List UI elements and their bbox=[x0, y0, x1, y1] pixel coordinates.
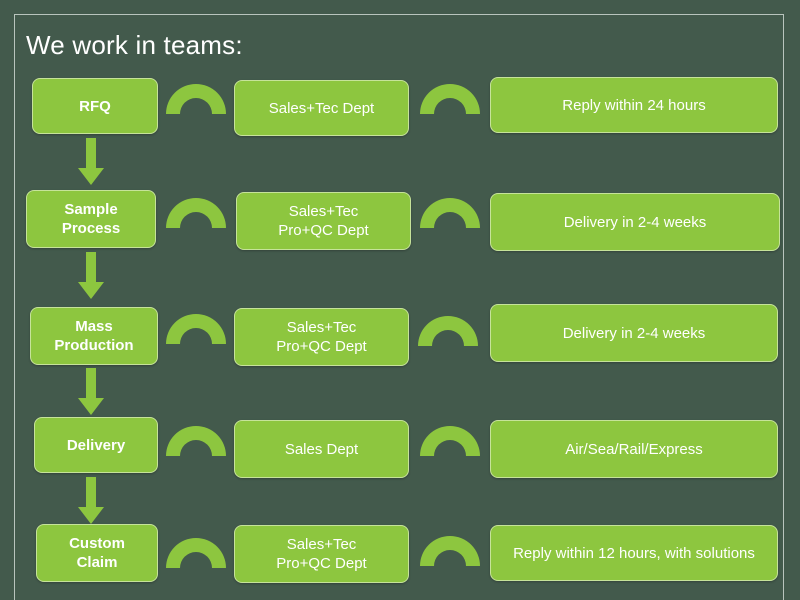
team-box-sample-process: Sales+Tec Pro+QC Dept bbox=[236, 192, 411, 250]
arc-connector-icon bbox=[166, 538, 226, 568]
step-box-delivery: Delivery bbox=[34, 417, 158, 473]
arc-connector-icon bbox=[420, 426, 480, 456]
result-box-delivery: Air/Sea/Rail/Express bbox=[490, 420, 778, 478]
result-box-mass-production: Delivery in 2-4 weeks bbox=[490, 304, 778, 362]
arrow-down-icon bbox=[78, 368, 104, 415]
result-box-custom-claim: Reply within 12 hours, with solutions bbox=[490, 525, 778, 581]
result-box-rfq: Reply within 24 hours bbox=[490, 77, 778, 133]
team-box-custom-claim: Sales+Tec Pro+QC Dept bbox=[234, 525, 409, 583]
step-box-custom-claim: Custom Claim bbox=[36, 524, 158, 582]
step-box-sample-process: Sample Process bbox=[26, 190, 156, 248]
step-box-mass-production: Mass Production bbox=[30, 307, 158, 365]
team-box-mass-production: Sales+Tec Pro+QC Dept bbox=[234, 308, 409, 366]
team-box-delivery: Sales Dept bbox=[234, 420, 409, 478]
result-box-sample-process: Delivery in 2-4 weeks bbox=[490, 193, 780, 251]
team-box-rfq: Sales+Tec Dept bbox=[234, 80, 409, 136]
arrow-down-icon bbox=[78, 138, 104, 185]
arrow-down-icon bbox=[78, 252, 104, 299]
step-box-rfq: RFQ bbox=[32, 78, 158, 134]
page-title: We work in teams: bbox=[26, 30, 243, 60]
arc-connector-icon bbox=[166, 314, 226, 344]
arc-connector-icon bbox=[166, 426, 226, 456]
arc-connector-icon bbox=[418, 316, 478, 346]
arc-connector-icon bbox=[420, 198, 480, 228]
arc-connector-icon bbox=[420, 84, 480, 114]
arc-connector-icon bbox=[166, 84, 226, 114]
arrow-down-icon bbox=[78, 477, 104, 524]
arc-connector-icon bbox=[420, 536, 480, 566]
arc-connector-icon bbox=[166, 198, 226, 228]
